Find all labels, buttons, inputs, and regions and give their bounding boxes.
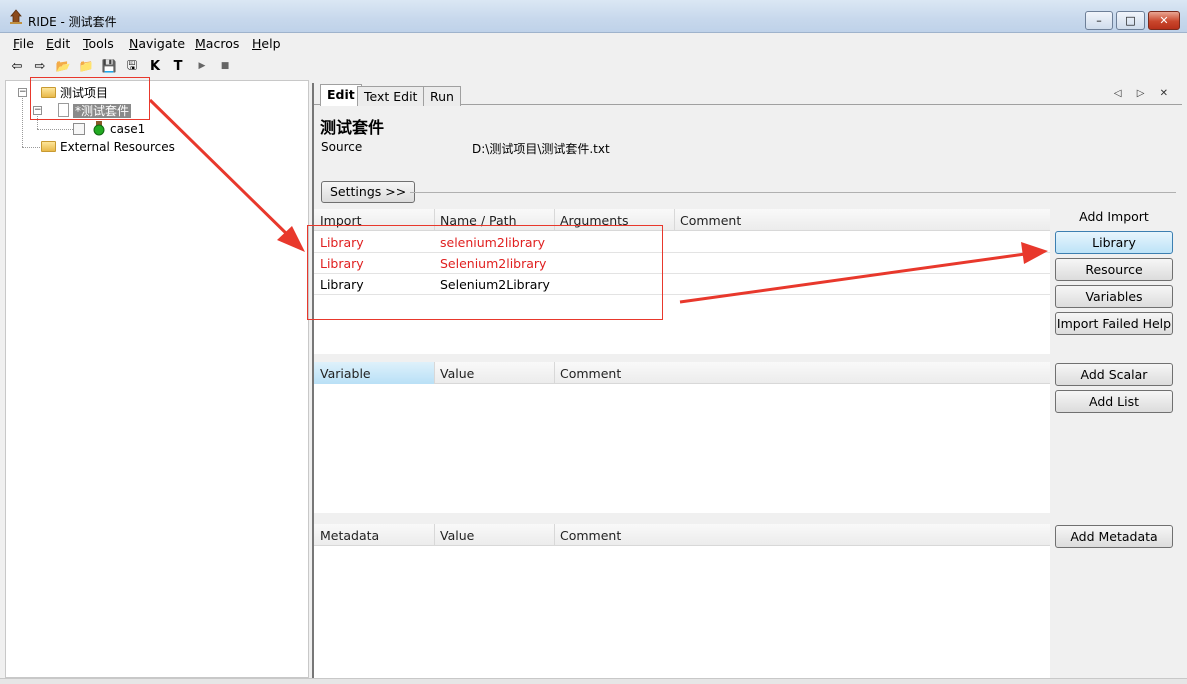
column-header-metadata: Metadata <box>320 528 380 543</box>
tab-navigation-icon[interactable]: ◁ ▷ ✕ <box>1114 88 1174 99</box>
annotation-box-tree <box>30 77 150 120</box>
add-variables-button[interactable]: Variables <box>1055 285 1173 308</box>
column-header-value: Value <box>440 366 475 381</box>
column-separator <box>434 524 435 546</box>
edit-body: 测试套件 Source D:\测试项目\测试套件.txt Settings >>… <box>314 106 1182 678</box>
test-suite-tree[interactable]: − 测试项目 − *测试套件 case1 External Resources <box>5 80 309 678</box>
arrow-right-icon[interactable]: ⇨ <box>31 57 49 75</box>
add-metadata-button[interactable]: Add Metadata <box>1055 525 1173 548</box>
tab-edit[interactable]: Edit <box>320 84 362 106</box>
column-separator <box>554 362 555 384</box>
minimize-button[interactable]: – <box>1085 11 1113 30</box>
window-title: RIDE - 测试套件 <box>28 15 117 29</box>
search-keywords-icon[interactable]: K <box>146 57 164 75</box>
open-directory-icon[interactable]: 📁 <box>77 57 95 75</box>
tree-node-testcase[interactable]: case1 <box>110 121 145 137</box>
save-all-icon[interactable]: 🖫 <box>123 57 141 75</box>
menu-file[interactable]: File <box>13 36 34 51</box>
variable-table[interactable]: Variable Value Comment <box>314 362 1050 513</box>
menu-edit[interactable]: Edit <box>46 36 70 51</box>
editor-tabs: Edit Text Edit Run ◁ ▷ ✕ <box>314 83 1182 106</box>
status-bar <box>0 678 1187 684</box>
maximize-icon: □ <box>1125 14 1136 27</box>
column-separator <box>554 524 555 546</box>
annotation-box-imports <box>307 225 663 320</box>
stop-icon[interactable]: ■ <box>216 57 234 75</box>
close-button[interactable]: ✕ <box>1148 11 1180 30</box>
menu-bar: File Edit Tools Navigate Macros Help <box>0 33 1187 54</box>
testcase-checkbox[interactable] <box>73 123 85 135</box>
column-separator <box>674 209 675 231</box>
add-resource-button[interactable]: Resource <box>1055 258 1173 281</box>
metadata-table[interactable]: Metadata Value Comment <box>314 524 1050 678</box>
settings-toggle-button[interactable]: Settings >> <box>321 181 416 203</box>
column-header-comment: Comment <box>560 528 622 543</box>
source-label: Source <box>321 140 363 154</box>
menu-help[interactable]: Help <box>252 36 281 51</box>
save-icon[interactable]: 💾 <box>100 57 118 75</box>
column-header-comment: Comment <box>680 213 742 228</box>
close-icon: ✕ <box>1159 14 1169 27</box>
add-library-button[interactable]: Library <box>1055 231 1173 254</box>
open-folder-icon[interactable]: 📂 <box>54 57 72 75</box>
add-scalar-button[interactable]: Add Scalar <box>1055 363 1173 386</box>
tree-line <box>37 129 73 130</box>
add-list-button[interactable]: Add List <box>1055 390 1173 413</box>
menu-tools[interactable]: Tools <box>83 36 114 51</box>
menu-navigate[interactable]: Navigate <box>129 36 185 51</box>
ride-app-icon <box>10 9 22 24</box>
source-path: D:\测试项目\测试套件.txt <box>472 142 610 156</box>
settings-divider <box>410 192 1176 193</box>
arrow-left-icon[interactable]: ⇦ <box>8 57 26 75</box>
search-tests-icon[interactable]: T <box>169 57 187 75</box>
toolbar: ⇦ ⇨ 📂 📁 💾 🖫 K T ▶ ■ <box>0 54 1187 78</box>
add-import-title: Add Import <box>1079 209 1149 224</box>
menu-macros[interactable]: Macros <box>195 36 239 51</box>
metadata-table-header: Metadata Value Comment <box>314 524 1050 546</box>
tree-node-external-resources[interactable]: External Resources <box>60 139 175 155</box>
testcase-robot-icon <box>93 121 105 136</box>
title-bar: RIDE - 测试套件 – □ ✕ <box>0 0 1187 33</box>
import-failed-help-button[interactable]: Import Failed Help <box>1055 312 1173 335</box>
column-separator <box>434 362 435 384</box>
run-icon[interactable]: ▶ <box>193 57 211 75</box>
column-header-variable: Variable <box>320 366 371 381</box>
variable-table-header: Variable Value Comment <box>314 362 1050 384</box>
tab-run[interactable]: Run <box>423 86 461 106</box>
column-header-value: Value <box>440 528 475 543</box>
suite-title: 测试套件 <box>320 118 385 137</box>
editor-panel: Edit Text Edit Run ◁ ▷ ✕ 测试套件 Source D:\… <box>312 83 1182 678</box>
column-header-comment: Comment <box>560 366 622 381</box>
tree-line <box>22 95 23 147</box>
minimize-icon: – <box>1096 14 1102 27</box>
tree-line <box>22 147 42 148</box>
tree-expander-project[interactable]: − <box>18 88 27 97</box>
tab-text-edit[interactable]: Text Edit <box>357 86 425 106</box>
maximize-button[interactable]: □ <box>1116 11 1145 30</box>
external-resources-folder-icon <box>41 141 56 152</box>
